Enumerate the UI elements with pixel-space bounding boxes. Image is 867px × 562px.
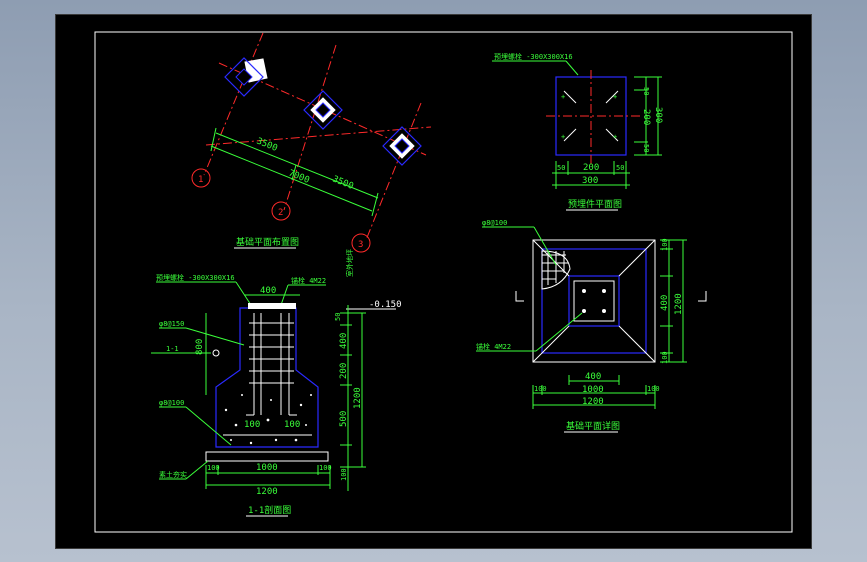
detail-phi: φ8@100	[482, 219, 507, 227]
grid-axis-2	[283, 44, 337, 211]
section-phi-b: φ8@100	[159, 399, 184, 407]
svg-text:+: +	[561, 93, 565, 101]
section-dim-inner-r: 100	[284, 420, 300, 430]
section-phi-a: φ8@150	[159, 320, 184, 328]
section-note-pad: 素土夯实	[159, 470, 187, 479]
section-note-elev: 室外地坪	[345, 249, 354, 277]
svg-text:+: +	[613, 133, 617, 141]
detail-dim-mid: 1000	[582, 385, 604, 395]
title-embed: 预埋件平面图	[568, 198, 622, 210]
section-dim-right-3: 500	[339, 411, 349, 427]
detail-dim-total: 1200	[582, 397, 604, 407]
section-dim-right-1: 400	[339, 333, 349, 349]
axis-label-1: 1	[198, 175, 203, 185]
embed-dim-h-2: 50	[616, 164, 624, 172]
axis-label-2: 2	[278, 208, 283, 218]
embed-dim-h-total: 300	[582, 176, 598, 186]
svg-text:+: +	[561, 133, 565, 141]
detail-dim-r-0: 100	[661, 238, 669, 251]
foundation-detail-plan: φ8@100 锚栓 4M22 400 100 1000 100 1200 100…	[476, 219, 707, 433]
grid-axis-3	[365, 102, 422, 241]
section-dim-top: 400	[260, 286, 276, 296]
embed-dim-v-total: 300	[653, 107, 663, 123]
footing-1	[224, 57, 268, 97]
embed-dim-v-0: 50	[642, 87, 650, 95]
section-dim-right-total: 1200	[353, 387, 363, 409]
detail-dim-r-total: 1200	[674, 293, 684, 315]
detail-dim-side-l: 100	[534, 385, 547, 393]
foundation-plan: 3500 7000 3500 1 2 3 基础平面布置图	[191, 32, 432, 253]
detail-note-anchor: 锚栓 4M22	[476, 342, 511, 351]
embed-note: 预埋螺栓 -300X300X16	[494, 52, 573, 61]
footing-3	[382, 126, 422, 166]
grid-axis-1	[203, 32, 264, 176]
footing-2	[303, 90, 343, 130]
title-detail: 基础平面详图	[566, 420, 620, 432]
detail-dim-r-2: 100	[661, 351, 669, 364]
section-dim-inner-l: 100	[244, 420, 260, 430]
section-dim-right-0: 50	[334, 313, 342, 321]
section-note-anchor: 锚栓 4M22	[291, 276, 326, 285]
embed-dim-h-0: 50	[557, 164, 565, 172]
section-arrow-label: 1-1	[166, 345, 179, 353]
drawing-sheet: 3500 7000 3500 1 2 3 基础平面布置图 预埋螺栓 -300X3…	[55, 14, 812, 549]
dim-span-b: 3500	[331, 175, 355, 192]
embed-dim-v-2: 50	[642, 144, 650, 152]
detail-column	[568, 275, 620, 327]
section-dim-bot-1: 1000	[256, 463, 278, 473]
detail-dim-side-r: 100	[647, 385, 660, 393]
cad-drawing: 3500 7000 3500 1 2 3 基础平面布置图 预埋螺栓 -300X3…	[94, 31, 793, 533]
title-section: 1-1剖面图	[248, 504, 291, 516]
dim-total: 7000	[287, 169, 311, 186]
bedding-pad	[205, 451, 329, 462]
section-dim-bot-2: 100	[319, 464, 332, 472]
footing-outline	[215, 307, 319, 448]
embed-dim-h-1: 200	[583, 163, 599, 173]
section-note-top: 预埋螺栓 -300X300X16	[156, 273, 235, 282]
title-plan: 基础平面布置图	[236, 236, 299, 248]
detail-dim-inner: 400	[585, 372, 601, 382]
embed-dim-v-1: 200	[641, 109, 651, 125]
section-dim-right-4: 100	[340, 468, 348, 481]
detail-dim-r-1: 400	[660, 295, 670, 311]
svg-text:+: +	[613, 93, 617, 101]
axis-label-3: 3	[358, 240, 363, 250]
section-dim-bot-0: 100	[207, 464, 220, 472]
section-dim-left: 800	[195, 339, 205, 355]
section-dim-bot-total: 1200	[256, 487, 278, 497]
section-dim-right-2: 200	[339, 363, 349, 379]
section-1-1: 预埋螺栓 -300X300X16 锚栓 4M22 室外地坪 -0.150 100…	[151, 249, 402, 517]
embed-plate-plan: 预埋螺栓 -300X300X16 + + + + 50 200 50 300 50 …	[492, 52, 663, 211]
